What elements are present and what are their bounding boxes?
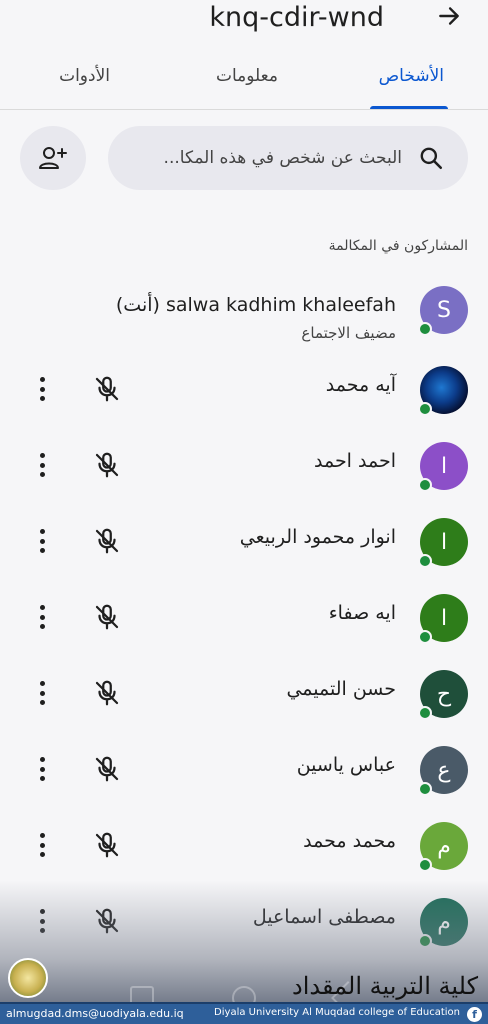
participant-row[interactable]: ع عباس ياسين	[0, 740, 488, 814]
participant-row[interactable]: ا انوار محمود الربيعي	[0, 512, 488, 586]
top-bar: knq-cdir-wnd	[0, 0, 488, 48]
add-person-button[interactable]	[20, 126, 86, 190]
more-options-button[interactable]	[30, 374, 54, 404]
presence-dot	[418, 706, 432, 720]
more-options-button[interactable]	[30, 602, 54, 632]
participant-name: انوار محمود الربيعي	[239, 526, 396, 548]
more-options-button[interactable]	[30, 830, 54, 860]
more-options-button[interactable]	[30, 526, 54, 556]
participant-name: محمد محمد	[303, 830, 396, 852]
participant-row[interactable]: S salwa kadhim khaleefah (أنت) مضيف الاج…	[0, 280, 488, 354]
presence-dot	[418, 630, 432, 644]
mic-off-icon	[95, 832, 119, 858]
facebook-icon: f	[467, 1007, 482, 1022]
participant-name: احمد احمد	[313, 450, 396, 472]
back-arrow-icon[interactable]	[436, 2, 462, 30]
search-input[interactable]	[122, 140, 402, 176]
mic-off-icon	[95, 604, 119, 630]
mic-off-icon	[95, 756, 119, 782]
more-options-button[interactable]	[30, 906, 54, 936]
tab-tools[interactable]: الأدوات	[59, 66, 110, 86]
mic-off-icon	[95, 908, 119, 934]
tab-people[interactable]: الأشخاص	[379, 66, 444, 86]
participant-row[interactable]: م مصطفى اسماعيل	[0, 892, 488, 966]
watermark-college: Diyala University Al Muqdad college of E…	[214, 1007, 460, 1018]
participant-role: مضيف الاجتماع	[301, 324, 396, 342]
participant-row[interactable]: ا احمد احمد	[0, 436, 488, 510]
mic-off-icon	[95, 680, 119, 706]
presence-dot	[418, 858, 432, 872]
active-tab-indicator	[370, 106, 448, 109]
section-heading-in-call: المشاركون في المكالمة	[328, 238, 468, 254]
search-icon	[420, 147, 443, 170]
watermark-bar: almugdad.dms@uodiyala.edu.iq Diyala Univ…	[0, 1002, 488, 1024]
presence-dot	[418, 478, 432, 492]
participant-name: آيه محمد	[325, 374, 396, 396]
mic-off-icon	[95, 528, 119, 554]
participant-name: ايه صفاء	[328, 602, 396, 624]
participant-name: حسن التميمي	[286, 678, 396, 700]
presence-dot	[418, 934, 432, 948]
more-options-button[interactable]	[30, 754, 54, 784]
participant-row[interactable]: م محمد محمد	[0, 816, 488, 890]
participant-row[interactable]: آيه محمد	[0, 360, 488, 434]
search-bar[interactable]	[108, 126, 468, 190]
more-options-button[interactable]	[30, 678, 54, 708]
presence-dot	[418, 402, 432, 416]
meeting-code: knq-cdir-wnd	[209, 2, 384, 33]
college-logo-text: كلية التربية المقداد	[292, 972, 478, 1000]
participant-name: salwa kadhim khaleefah (أنت)	[115, 294, 396, 316]
mic-off-icon	[95, 376, 119, 402]
tab-info[interactable]: معلومات	[216, 66, 278, 86]
presence-dot	[418, 782, 432, 796]
participant-name: عباس ياسين	[296, 754, 396, 776]
participant-row[interactable]: ا ايه صفاء	[0, 588, 488, 662]
participant-name: مصطفى اسماعيل	[252, 906, 396, 928]
presence-dot	[418, 554, 432, 568]
mic-off-icon	[95, 452, 119, 478]
watermark-email: almugdad.dms@uodiyala.edu.iq	[6, 1007, 184, 1020]
tab-bar: الأشخاص معلومات الأدوات	[0, 58, 488, 110]
participant-row[interactable]: ح حسن التميمي	[0, 664, 488, 738]
presence-dot	[418, 322, 432, 336]
more-options-button[interactable]	[30, 450, 54, 480]
add-person-icon	[39, 147, 67, 169]
university-seal-logo	[8, 958, 48, 998]
